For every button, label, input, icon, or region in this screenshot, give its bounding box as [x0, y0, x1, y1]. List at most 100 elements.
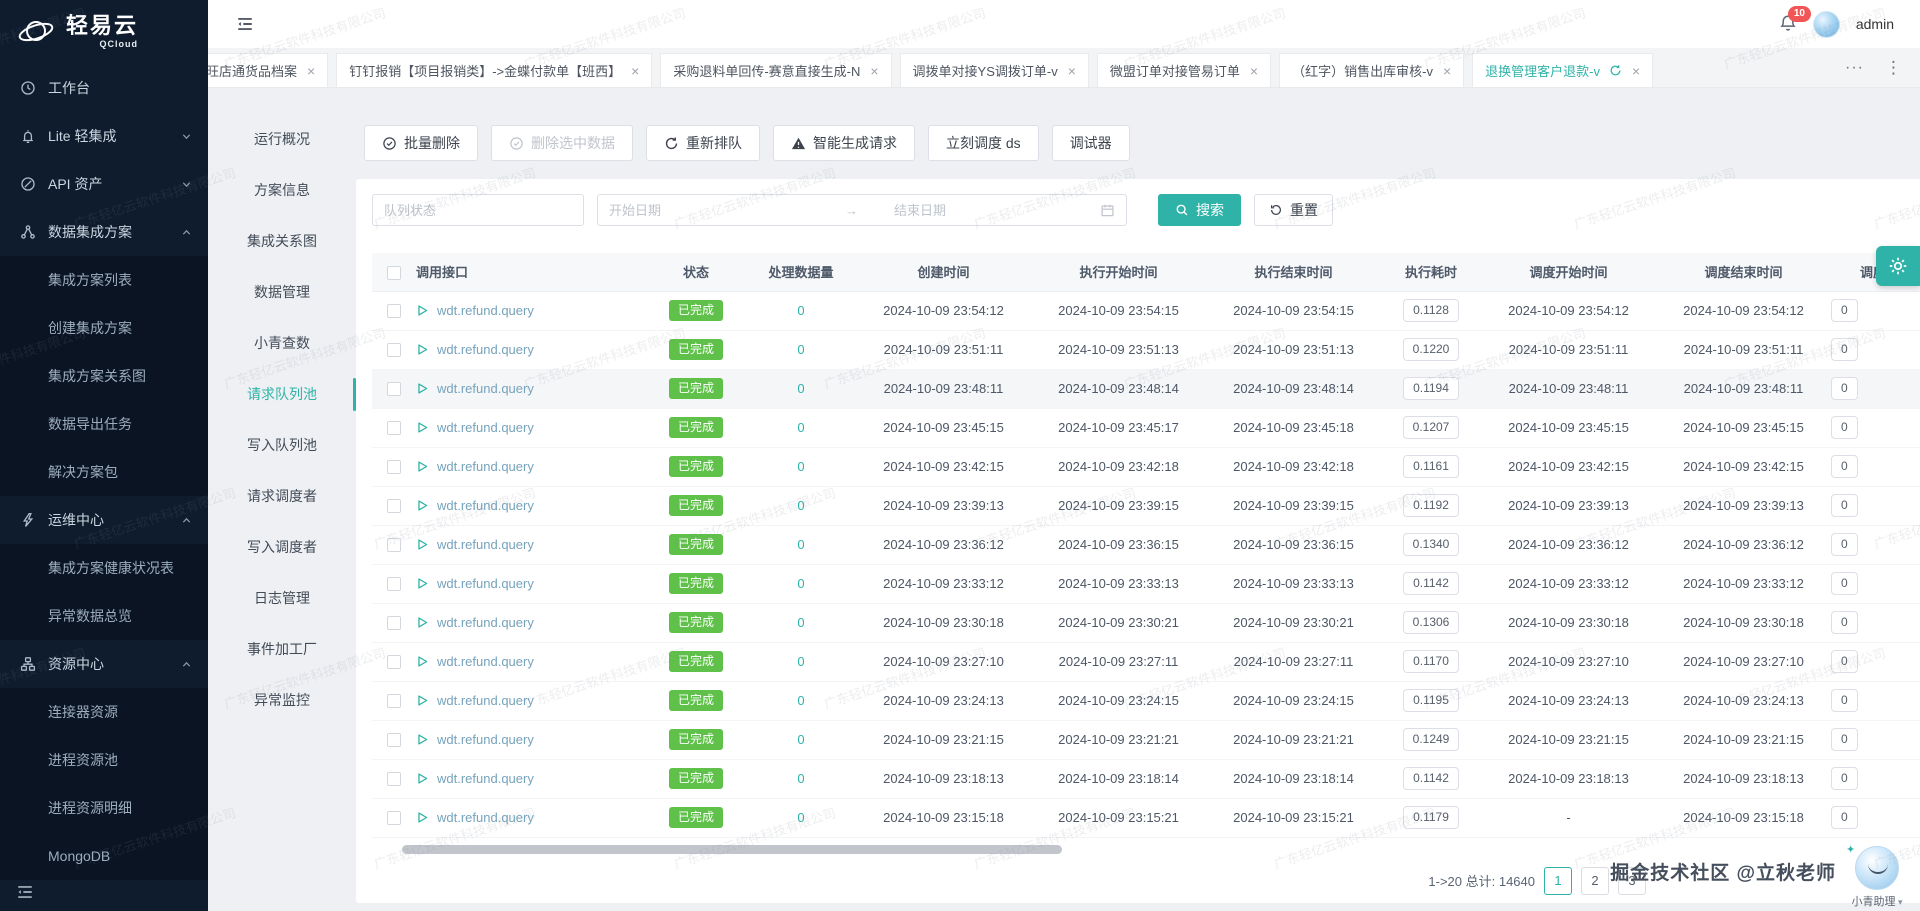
brand-logo[interactable]: 轻易云 QCloud — [0, 0, 208, 64]
row-checkbox[interactable] — [387, 499, 401, 513]
count-link[interactable]: 0 — [797, 459, 804, 474]
menu-fold-icon[interactable] — [236, 15, 254, 33]
count-link[interactable]: 0 — [797, 654, 804, 669]
play-icon[interactable] — [416, 421, 429, 434]
row-checkbox[interactable] — [387, 577, 401, 591]
assistant-label[interactable]: 小青助理 — [1842, 893, 1912, 909]
count-link[interactable]: 0 — [797, 342, 804, 357]
toolbar-button-2[interactable]: 重新排队 — [646, 125, 760, 161]
end-date-input[interactable] — [894, 203, 1094, 218]
sidebar-subitem[interactable]: 数据导出任务 — [0, 400, 208, 448]
tab-5[interactable]: （红字）销售出库审核-v× — [1279, 53, 1464, 87]
count-link[interactable]: 0 — [797, 381, 804, 396]
api-link[interactable]: wdt.refund.query — [437, 537, 534, 552]
column-header-0[interactable]: 调用接口 — [416, 253, 646, 291]
api-link[interactable]: wdt.refund.query — [437, 615, 534, 630]
tab-close-icon[interactable]: × — [1443, 64, 1451, 78]
secnav-item-1[interactable]: 方案信息 — [208, 165, 356, 216]
row-checkbox[interactable] — [387, 538, 401, 552]
column-header-3[interactable]: 创建时间 — [856, 253, 1031, 291]
user-avatar[interactable] — [1813, 11, 1840, 38]
play-icon[interactable] — [416, 577, 429, 590]
tab-close-icon[interactable]: × — [870, 64, 878, 78]
horizontal-scrollbar[interactable] — [372, 845, 1920, 854]
count-link[interactable]: 0 — [797, 810, 804, 825]
sidebar-subitem[interactable]: 创建集成方案 — [0, 304, 208, 352]
secnav-item-5[interactable]: 请求队列池 — [208, 369, 356, 420]
tab-close-icon[interactable]: × — [307, 64, 315, 78]
play-icon[interactable] — [416, 460, 429, 473]
api-link[interactable]: wdt.refund.query — [437, 381, 534, 396]
row-checkbox[interactable] — [387, 694, 401, 708]
secnav-item-6[interactable]: 写入队列池 — [208, 420, 356, 471]
column-header-1[interactable]: 状态 — [646, 253, 746, 291]
column-header-2[interactable]: 处理数据量 — [746, 253, 856, 291]
api-link[interactable]: wdt.refund.query — [437, 771, 534, 786]
sidebar-collapse-button[interactable] — [16, 883, 34, 901]
secnav-item-9[interactable]: 日志管理 — [208, 573, 356, 624]
assistant-avatar[interactable] — [1855, 846, 1899, 890]
count-link[interactable]: 0 — [797, 303, 804, 318]
assistant-mascot[interactable]: 小青助理 — [1842, 846, 1912, 909]
sidebar-item-4[interactable]: 运维中心 — [0, 496, 208, 544]
sidebar-subitem[interactable]: 异常数据总览 — [0, 592, 208, 640]
tab-6[interactable]: 退换管理客户退款-v× — [1472, 53, 1653, 87]
play-icon[interactable] — [416, 304, 429, 317]
sidebar-item-3[interactable]: 数据集成方案 — [0, 208, 208, 256]
sidebar-item-1[interactable]: Lite 轻集成 — [0, 112, 208, 160]
sidebar-subitem[interactable]: 连接器资源 — [0, 688, 208, 736]
row-checkbox[interactable] — [387, 382, 401, 396]
column-header-5[interactable]: 执行结束时间 — [1206, 253, 1381, 291]
count-link[interactable]: 0 — [797, 771, 804, 786]
sidebar-subitem[interactable]: 进程资源明细 — [0, 784, 208, 832]
secnav-item-0[interactable]: 运行概况 — [208, 114, 356, 165]
api-link[interactable]: wdt.refund.query — [437, 420, 534, 435]
toolbar-button-5[interactable]: 调试器 — [1052, 125, 1130, 161]
select-all-checkbox[interactable] — [387, 266, 401, 280]
secnav-item-8[interactable]: 写入调度者 — [208, 522, 356, 573]
tab-0[interactable]: 入旺店通货品档案× — [208, 53, 328, 87]
tab-more-icon[interactable]: ··· — [1845, 48, 1864, 88]
sidebar-subitem[interactable]: 集成方案健康状况表 — [0, 544, 208, 592]
tab-refresh-icon[interactable] — [1609, 64, 1622, 77]
api-link[interactable]: wdt.refund.query — [437, 342, 534, 357]
start-date-input[interactable] — [609, 203, 809, 218]
tab-close-icon[interactable]: × — [631, 64, 639, 78]
secnav-item-7[interactable]: 请求调度者 — [208, 471, 356, 522]
sidebar-subitem[interactable]: 解决方案包 — [0, 448, 208, 496]
page-button-1[interactable]: 1 — [1544, 867, 1572, 895]
sidebar-subitem[interactable]: 集成方案关系图 — [0, 352, 208, 400]
api-link[interactable]: wdt.refund.query — [437, 498, 534, 513]
api-link[interactable]: wdt.refund.query — [437, 459, 534, 474]
play-icon[interactable] — [416, 538, 429, 551]
api-link[interactable]: wdt.refund.query — [437, 693, 534, 708]
tab-3[interactable]: 调拨单对接YS调拨订单-v× — [900, 53, 1089, 87]
secnav-item-10[interactable]: 事件加工厂 — [208, 624, 356, 675]
play-icon[interactable] — [416, 694, 429, 707]
toolbar-button-4[interactable]: 立刻调度 ds — [928, 125, 1039, 161]
row-checkbox[interactable] — [387, 421, 401, 435]
secnav-item-3[interactable]: 数据管理 — [208, 267, 356, 318]
api-link[interactable]: wdt.refund.query — [437, 654, 534, 669]
notification-bell-icon[interactable]: 10 — [1779, 14, 1797, 34]
toolbar-button-0[interactable]: 批量删除 — [364, 125, 478, 161]
api-link[interactable]: wdt.refund.query — [437, 732, 534, 747]
play-icon[interactable] — [416, 772, 429, 785]
page-button-2[interactable]: 2 — [1581, 867, 1609, 895]
queue-status-input[interactable] — [372, 194, 584, 226]
tab-close-icon[interactable]: × — [1632, 64, 1640, 78]
tab-2[interactable]: 采购退料单回传-赛意直接生成-N× — [660, 53, 891, 87]
row-checkbox[interactable] — [387, 460, 401, 474]
play-icon[interactable] — [416, 733, 429, 746]
play-icon[interactable] — [416, 655, 429, 668]
count-link[interactable]: 0 — [797, 498, 804, 513]
api-link[interactable]: wdt.refund.query — [437, 576, 534, 591]
count-link[interactable]: 0 — [797, 537, 804, 552]
api-link[interactable]: wdt.refund.query — [437, 810, 534, 825]
api-link[interactable]: wdt.refund.query — [437, 303, 534, 318]
sidebar-subitem[interactable]: 进程资源池 — [0, 736, 208, 784]
play-icon[interactable] — [416, 382, 429, 395]
row-checkbox[interactable] — [387, 616, 401, 630]
count-link[interactable]: 0 — [797, 615, 804, 630]
tab-close-icon[interactable]: × — [1250, 64, 1258, 78]
